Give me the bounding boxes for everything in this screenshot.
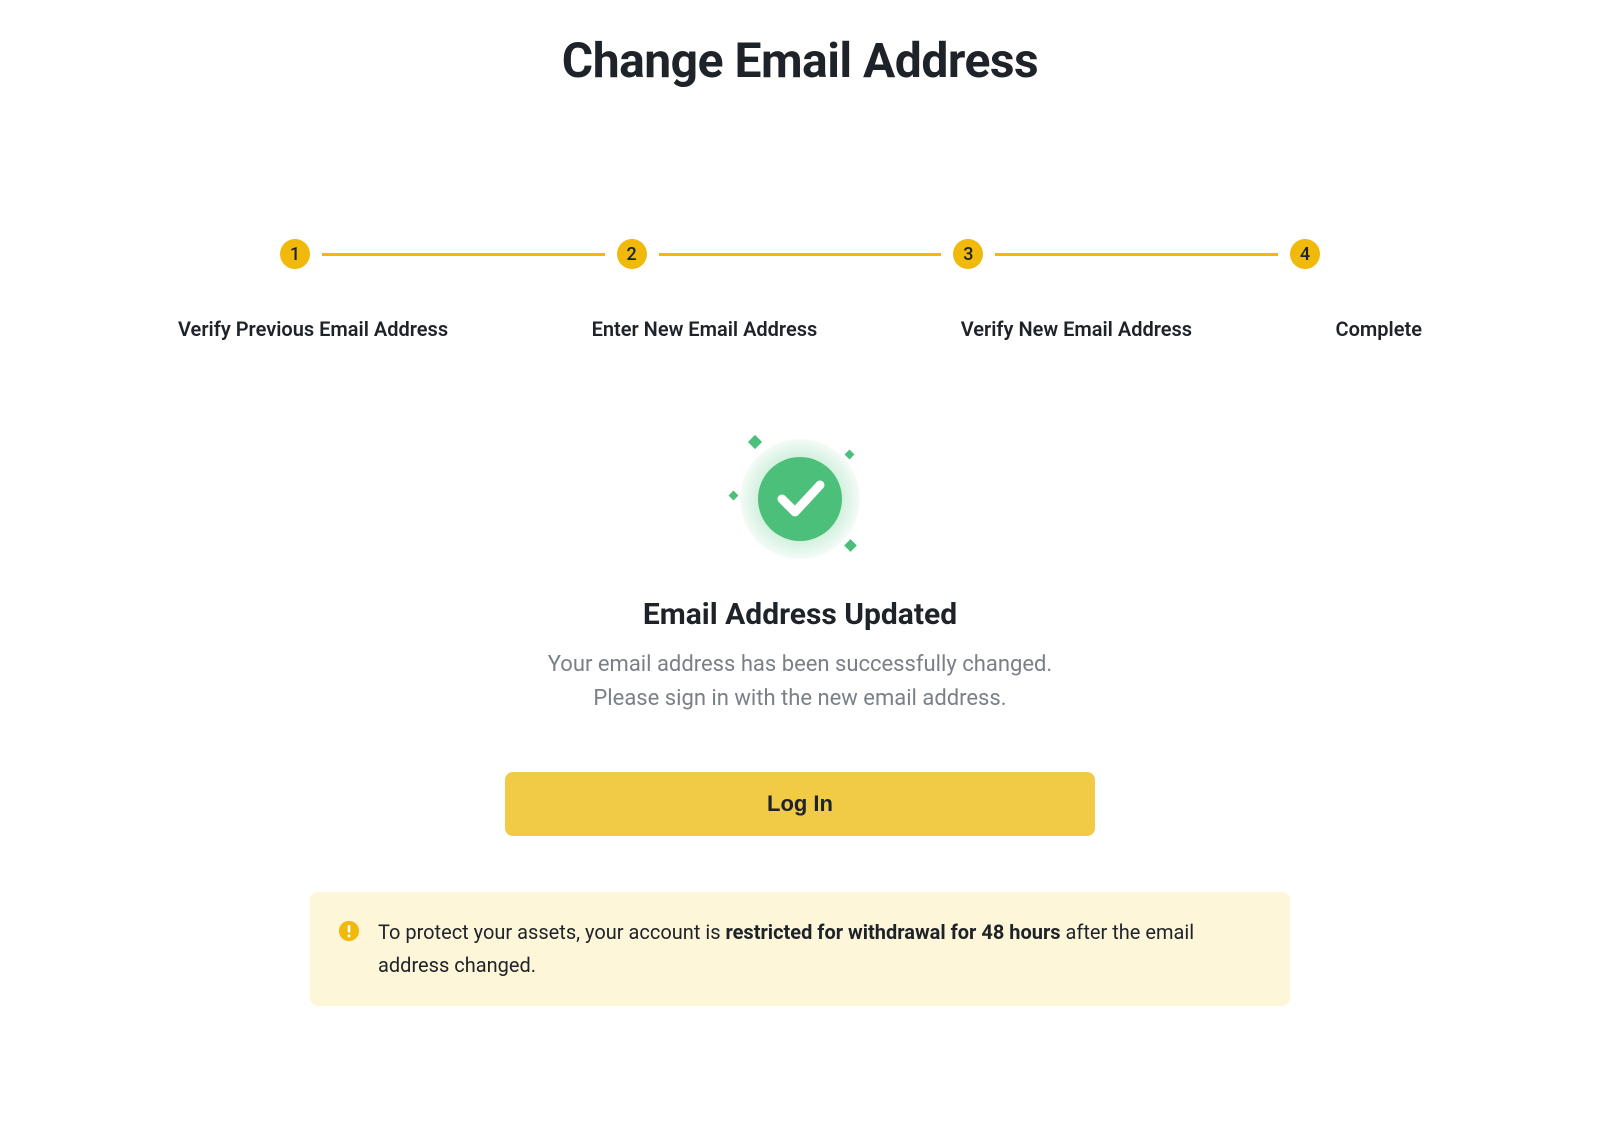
login-button[interactable]: Log In (505, 772, 1095, 836)
step-line (659, 253, 942, 256)
stepper-track: 1 2 3 4 (170, 239, 1430, 269)
page-title: Change Email Address (0, 32, 1600, 89)
progress-stepper: 1 2 3 4 Verify Previous Email Address En… (170, 239, 1430, 341)
step-label-4: Complete (1336, 317, 1422, 341)
success-heading: Email Address Updated (505, 597, 1095, 632)
withdrawal-restriction-alert: To protect your assets, your account is … (310, 892, 1290, 1006)
step-dot-4: 4 (1290, 239, 1320, 269)
alert-strong: restricted for withdrawal for 48 hours (725, 920, 1060, 944)
step-dot-1: 1 (280, 239, 310, 269)
step-dot-3: 3 (953, 239, 983, 269)
alert-prefix: To protect your assets, your account is (378, 920, 725, 944)
alert-message: To protect your assets, your account is … (378, 916, 1262, 982)
step-label-2: Enter New Email Address (592, 317, 818, 341)
step-label-1: Verify Previous Email Address (178, 317, 448, 341)
stepper-labels: Verify Previous Email Address Enter New … (170, 317, 1430, 341)
step-label-3: Verify New Email Address (961, 317, 1192, 341)
change-email-page: Change Email Address 1 2 3 4 Verify Prev… (0, 0, 1600, 1006)
success-description: Your email address has been successfully… (505, 648, 1095, 716)
success-section: Email Address Updated Your email address… (505, 429, 1095, 836)
step-dot-2: 2 (617, 239, 647, 269)
success-check-icon (720, 429, 880, 569)
warning-icon (338, 920, 360, 942)
step-line (995, 253, 1278, 256)
step-line (322, 253, 605, 256)
